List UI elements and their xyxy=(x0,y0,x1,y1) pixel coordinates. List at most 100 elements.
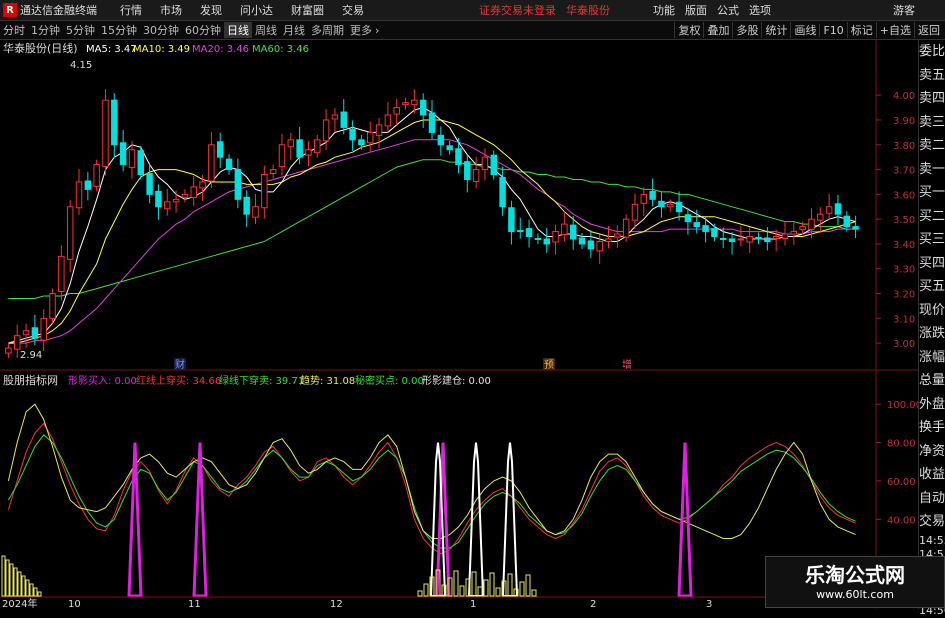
add-watchlist-button[interactable]: +自选 xyxy=(875,22,914,38)
candle-body[interactable] xyxy=(340,111,347,128)
side-panel-item[interactable]: 卖三 xyxy=(919,111,945,135)
tab-monthly[interactable]: 月线 xyxy=(280,22,308,38)
candle-body[interactable] xyxy=(278,144,286,168)
tab-60min[interactable]: 60分钟 xyxy=(182,22,224,38)
candle-body[interactable] xyxy=(314,139,321,154)
candle-body[interactable] xyxy=(155,190,162,208)
menu-item-quotes[interactable]: 行情 xyxy=(111,2,151,18)
candle-body[interactable] xyxy=(234,169,242,200)
tab-15min[interactable]: 15分钟 xyxy=(98,22,140,38)
side-panel-item[interactable]: 自动 xyxy=(919,487,945,511)
candle-body[interactable] xyxy=(622,218,630,238)
candle-body[interactable] xyxy=(799,226,806,231)
side-panel-item[interactable]: 现价 xyxy=(919,299,945,323)
candle-body[interactable] xyxy=(737,238,745,241)
candle-body[interactable] xyxy=(455,148,462,166)
side-panel-item[interactable]: 收益 xyxy=(919,463,945,487)
candle-body[interactable] xyxy=(746,236,753,243)
menu-item-wealth[interactable]: 财富圈 xyxy=(282,2,333,18)
candle-body[interactable] xyxy=(711,228,718,238)
side-panel-item[interactable]: 涨跌 xyxy=(919,322,945,346)
candle-body[interactable] xyxy=(164,201,171,210)
candle-body[interactable] xyxy=(331,114,339,120)
menu-item-function[interactable]: 功能 xyxy=(648,2,680,18)
candle-body[interactable] xyxy=(75,181,83,209)
candle-body[interactable] xyxy=(428,112,436,133)
side-panel-item[interactable]: 总量 xyxy=(919,369,945,393)
menu-item-options[interactable]: 选项 xyxy=(744,2,776,18)
candle-body[interactable] xyxy=(119,142,127,166)
candle-body[interactable] xyxy=(49,293,56,319)
candle-body[interactable] xyxy=(437,134,445,146)
candle-body[interactable] xyxy=(693,222,700,228)
tab-multi-period[interactable]: 多周期 xyxy=(308,22,347,38)
side-panel-item[interactable]: 买五 xyxy=(919,275,945,299)
candle-body[interactable] xyxy=(446,145,453,151)
candle-body[interactable] xyxy=(296,139,303,158)
candle-body[interactable] xyxy=(667,203,674,208)
side-panel-item[interactable]: 卖一 xyxy=(919,158,945,182)
candle-body[interactable] xyxy=(22,330,30,336)
candle-body[interactable] xyxy=(534,237,542,240)
candle-body[interactable] xyxy=(252,206,259,218)
candle-body[interactable] xyxy=(649,190,656,200)
candle-body[interactable] xyxy=(490,154,498,176)
candle-body[interactable] xyxy=(225,158,233,171)
side-panel-item[interactable]: 买三 xyxy=(919,228,945,252)
candle-body[interactable] xyxy=(525,228,533,238)
candle-body[interactable] xyxy=(411,99,418,106)
candle-body[interactable] xyxy=(208,144,215,182)
guest-user[interactable]: 游客 xyxy=(893,2,915,18)
candle-body[interactable] xyxy=(181,193,189,198)
adjust-button[interactable]: 复权 xyxy=(674,22,703,38)
candle-body[interactable] xyxy=(817,213,824,221)
candle-body[interactable] xyxy=(561,223,568,236)
side-panel-item[interactable]: 外盘 xyxy=(919,393,945,417)
side-panel-item[interactable]: 买一 xyxy=(919,181,945,205)
candle-body[interactable] xyxy=(14,335,21,350)
candle-body[interactable] xyxy=(728,238,736,242)
candle-body[interactable] xyxy=(322,119,330,142)
candle-body[interactable] xyxy=(102,99,109,168)
candle-body[interactable] xyxy=(499,177,506,208)
side-panel-item[interactable]: 交易 xyxy=(919,510,945,534)
tab-1min[interactable]: 1分钟 xyxy=(28,22,63,38)
candle-body[interactable] xyxy=(587,240,595,250)
menu-item-formula[interactable]: 公式 xyxy=(712,2,744,18)
candle-body[interactable] xyxy=(702,225,709,233)
chart-area[interactable]: 3.00 3.10 3.20 3.30 3.40 3.50 3.60 3.70 3.80 3.90… xyxy=(0,40,918,609)
candle-body[interactable] xyxy=(58,255,65,293)
candle-body[interactable] xyxy=(596,240,603,252)
candle-body[interactable] xyxy=(852,226,859,230)
candle-body[interactable] xyxy=(190,186,197,198)
side-panel-item[interactable]: 换手 xyxy=(919,416,945,440)
candle-body[interactable] xyxy=(781,233,789,239)
candle-body[interactable] xyxy=(93,164,100,187)
candle-body[interactable] xyxy=(543,238,550,245)
candle-body[interactable] xyxy=(825,206,833,214)
menu-item-market[interactable]: 市场 xyxy=(151,2,191,18)
tab-30min[interactable]: 30分钟 xyxy=(140,22,182,38)
candle-body[interactable] xyxy=(31,327,39,339)
candle-body[interactable] xyxy=(384,114,392,127)
tab-5min[interactable]: 5分钟 xyxy=(63,22,98,38)
candle-body[interactable] xyxy=(419,99,427,116)
side-panel-item[interactable]: 买二 xyxy=(919,205,945,229)
candle-body[interactable] xyxy=(111,99,118,146)
mark-button[interactable]: 标记 xyxy=(846,22,876,38)
candle-body[interactable] xyxy=(481,156,489,171)
candle-body[interactable] xyxy=(790,231,798,235)
menu-item-ask[interactable]: 问小达 xyxy=(231,2,282,18)
menu-item-layout[interactable]: 版面 xyxy=(680,2,712,18)
side-panel-item[interactable]: 买四 xyxy=(919,252,945,276)
candle-body[interactable] xyxy=(843,215,850,228)
candle-body[interactable] xyxy=(684,214,692,223)
back-button[interactable]: 返回 xyxy=(914,22,943,38)
side-panel-item[interactable]: 净资 xyxy=(919,440,945,464)
candle-body[interactable] xyxy=(375,124,383,136)
candle-body[interactable] xyxy=(631,203,639,221)
statistics-button[interactable]: 统计 xyxy=(761,22,790,38)
candle-body[interactable] xyxy=(261,174,268,209)
candle-body[interactable] xyxy=(508,207,515,233)
side-panel-item[interactable]: 委比 xyxy=(919,40,945,64)
